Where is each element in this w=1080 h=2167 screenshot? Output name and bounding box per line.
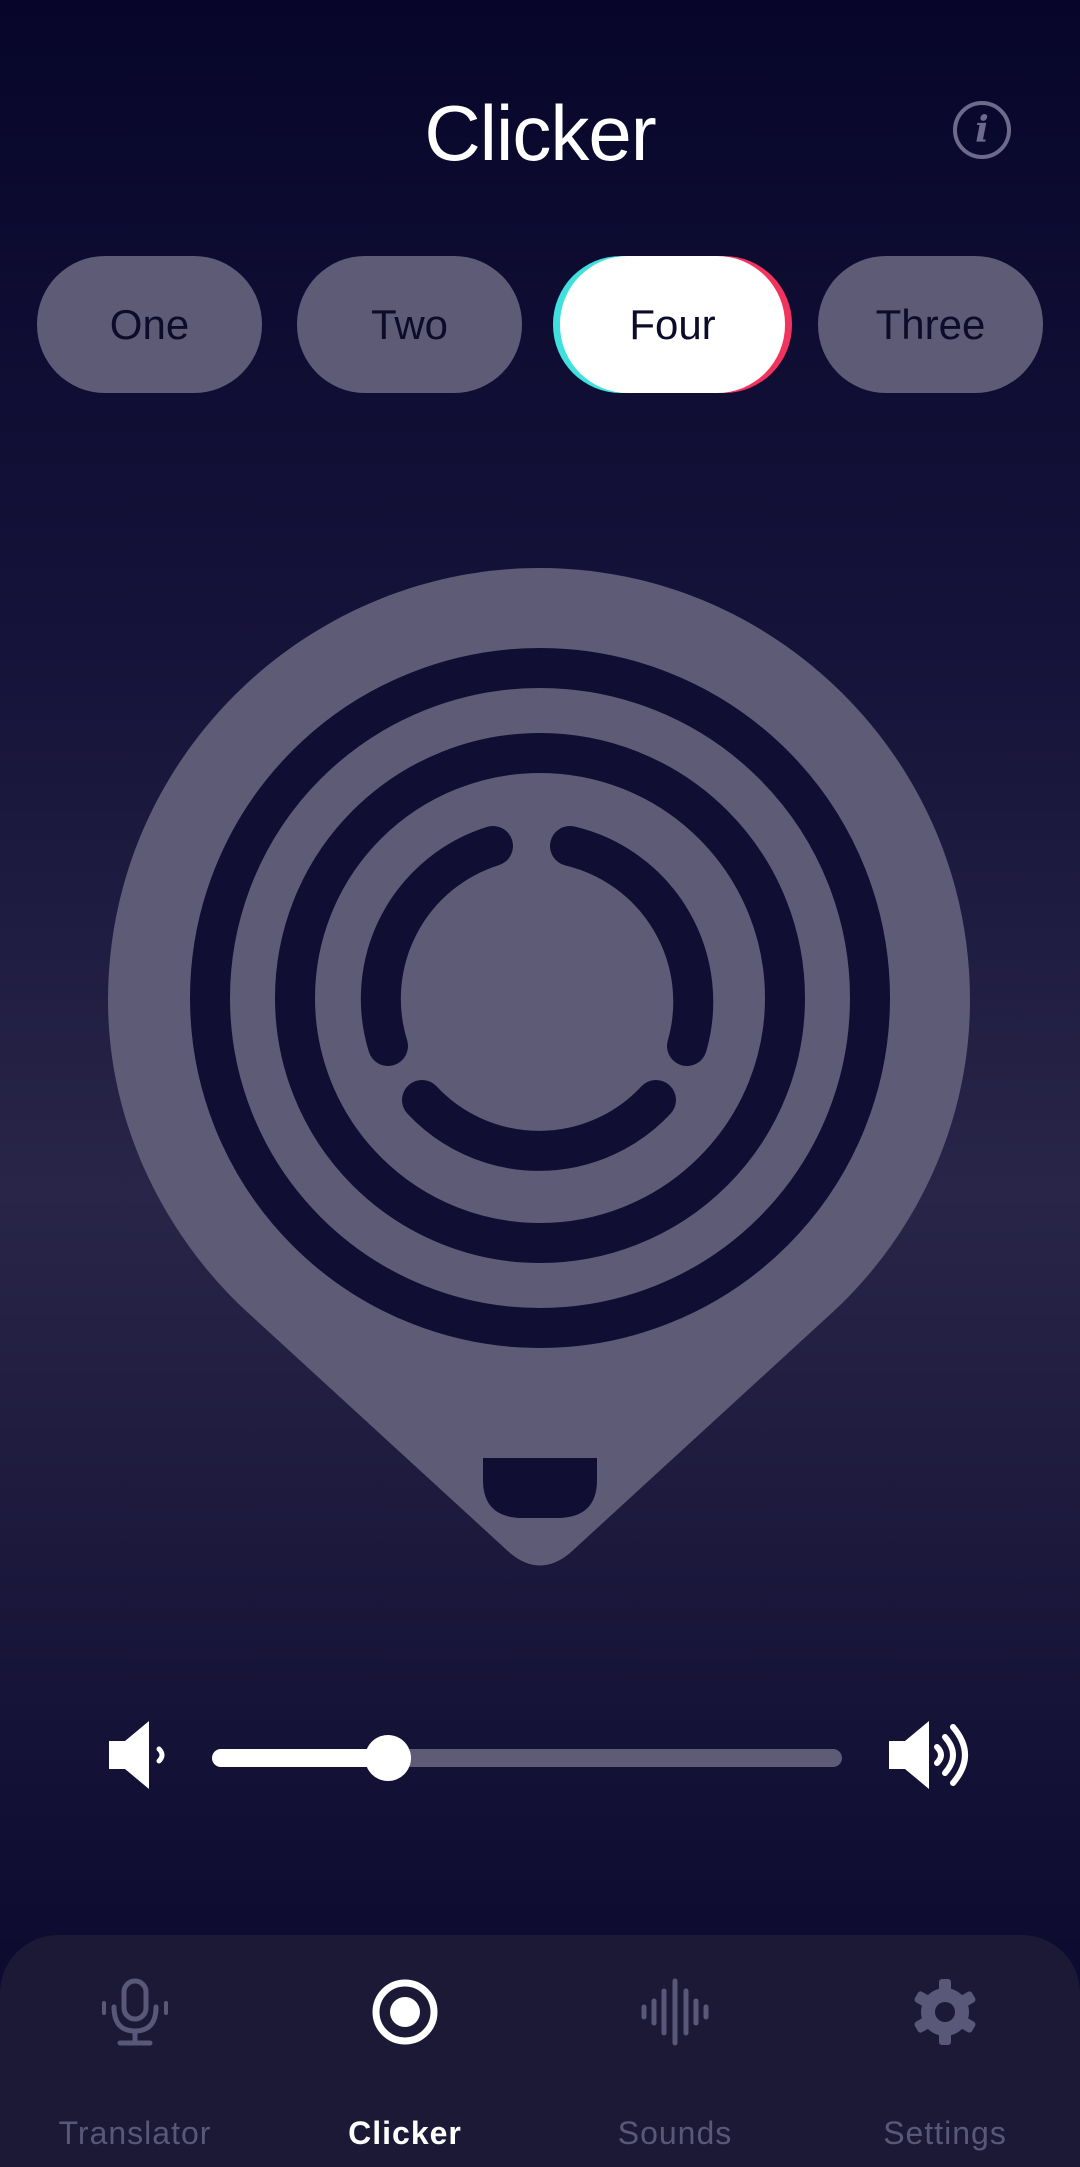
volume-low-icon[interactable] xyxy=(105,1715,169,1795)
bottom-navigation: Translator Clicker Sounds Settings xyxy=(0,1935,1080,2167)
nav-label-settings: Settings xyxy=(883,2115,1007,2151)
nav-label-translator: Translator xyxy=(58,2115,212,2151)
clicker-icon xyxy=(372,1979,438,2045)
nav-item-settings[interactable]: Settings xyxy=(810,1935,1080,2167)
nav-label-sounds: Sounds xyxy=(617,2115,733,2151)
clicker-button[interactable] xyxy=(0,0,1080,1600)
volume-slider-fill xyxy=(212,1749,388,1767)
volume-slider-thumb[interactable] xyxy=(365,1735,411,1781)
nav-item-sounds[interactable]: Sounds xyxy=(540,1935,810,2167)
gear-icon xyxy=(914,1979,976,2045)
nav-label-clicker: Clicker xyxy=(348,2115,462,2151)
sound-wave-icon xyxy=(641,1978,709,2046)
nav-item-clicker[interactable]: Clicker xyxy=(270,1935,540,2167)
nav-item-translator[interactable]: Translator xyxy=(0,1935,270,2167)
microphone-icon xyxy=(102,1978,168,2046)
volume-control xyxy=(105,1715,975,1795)
volume-slider[interactable] xyxy=(212,1749,842,1767)
volume-high-icon[interactable] xyxy=(885,1715,975,1795)
clicker-device-icon xyxy=(108,568,970,1566)
